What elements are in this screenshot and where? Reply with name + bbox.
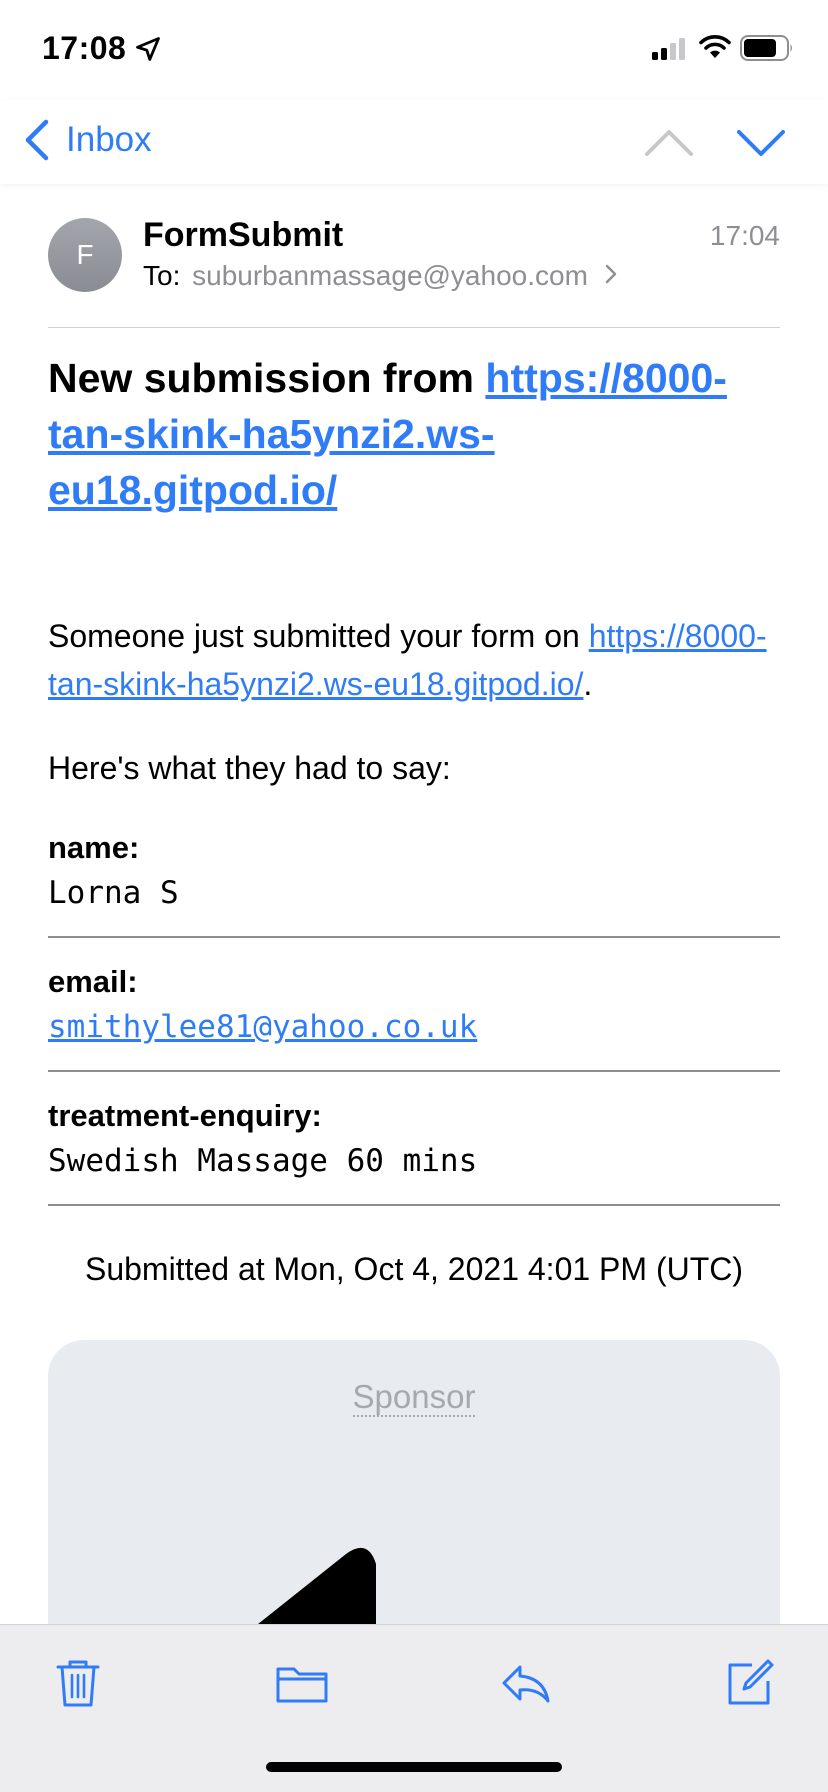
trash-icon[interactable] xyxy=(50,1655,106,1711)
sender-avatar[interactable]: F xyxy=(48,218,122,292)
intro-paragraph: Someone just submitted your form on http… xyxy=(48,612,780,708)
wifi-icon xyxy=(699,35,731,58)
home-indicator[interactable] xyxy=(266,1762,562,1772)
email-value-link[interactable]: smithylee81@yahoo.co.uk xyxy=(48,1009,477,1045)
said-paragraph: Here's what they had to say: xyxy=(48,750,451,786)
headline-text: New submission from xyxy=(48,355,486,401)
back-label: Inbox xyxy=(66,120,152,159)
field-label: name: xyxy=(48,830,140,865)
previous-message-chevron-up-icon[interactable] xyxy=(644,120,694,164)
form-field-treatment-enquiry: treatment-enquiry: Swedish Massage 60 mi… xyxy=(48,1096,780,1206)
intro-text: Someone just submitted your form on xyxy=(48,618,589,654)
form-field-name: name: Lorna S xyxy=(48,828,780,938)
field-label: email: xyxy=(48,964,138,999)
sponsor-label-row: Sponsor xyxy=(48,1378,780,1417)
status-bar: 17:08 xyxy=(0,0,828,100)
email-header: F FormSubmit To: suburbanmassage@yahoo.c… xyxy=(48,210,780,328)
battery-icon xyxy=(740,35,792,61)
email-headline: New submission from https://8000-tan-ski… xyxy=(48,350,780,518)
field-value: Swedish Massage 60 mins xyxy=(48,1143,478,1179)
to-prefix: To: xyxy=(143,260,181,291)
field-value: Lorna S xyxy=(48,875,179,911)
back-to-inbox-button[interactable]: Inbox xyxy=(22,118,152,162)
chevron-left-icon xyxy=(25,119,49,161)
folder-icon[interactable] xyxy=(274,1655,330,1711)
recipient-address: suburbanmassage@yahoo.com xyxy=(192,260,588,291)
email-body: New submission from https://8000-tan-ski… xyxy=(48,350,780,1292)
recipient-line[interactable]: To: suburbanmassage@yahoo.com xyxy=(143,260,618,292)
sender-name[interactable]: FormSubmit xyxy=(143,216,343,255)
sponsor-label: Sponsor xyxy=(352,1378,476,1417)
received-time: 17:04 xyxy=(709,220,780,251)
intro-end: . xyxy=(583,666,593,702)
chevron-right-icon xyxy=(605,264,616,284)
submitted-timestamp: Submitted at Mon, Oct 4, 2021 4:01 PM (U… xyxy=(84,1251,744,1287)
status-time: 17:08 xyxy=(42,30,127,66)
reply-icon[interactable] xyxy=(498,1655,554,1711)
navigation-bar: Inbox xyxy=(0,100,828,184)
next-message-chevron-down-icon[interactable] xyxy=(736,120,786,164)
field-label: treatment-enquiry: xyxy=(48,1098,322,1133)
cellular-signal-icon xyxy=(652,38,685,60)
location-arrow-icon xyxy=(136,37,160,61)
compose-icon[interactable] xyxy=(722,1655,778,1711)
form-field-email: email: smithylee81@yahoo.co.uk xyxy=(48,962,780,1072)
